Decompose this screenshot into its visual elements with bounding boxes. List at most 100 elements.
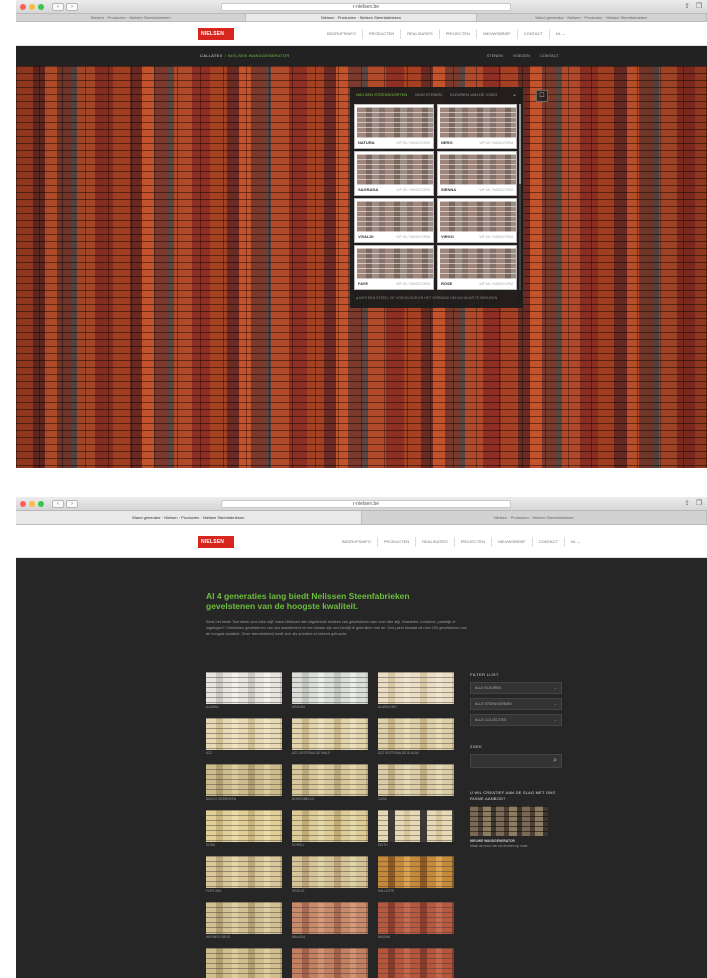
brick-card-code: WF 65 / HANDVORM xyxy=(396,282,430,286)
tab-voegkleur[interactable]: KLEUREN VAN DE VOEG xyxy=(450,92,497,98)
subnav-stenen[interactable]: STENEN xyxy=(487,53,503,59)
product-tile[interactable]: HERMES GRIJS xyxy=(206,902,282,942)
breadcrumb-root[interactable]: CALLATEX xyxy=(200,53,223,58)
promo-image[interactable] xyxy=(470,806,548,836)
share-icon[interactable]: ⇪ xyxy=(683,3,691,11)
search-input[interactable] xyxy=(471,755,549,767)
product-tile[interactable]: ARANDA xyxy=(292,672,368,712)
nav-item-producten[interactable]: PRODUCTEN xyxy=(361,29,400,39)
product-tile[interactable]: AZZ xyxy=(206,718,282,758)
subnav-contact[interactable]: CONTACT xyxy=(540,53,559,59)
toggle-panel-icon[interactable]: ☐ xyxy=(536,90,548,102)
brick-card[interactable]: SIENNA WF 65 / HANDVORM xyxy=(437,151,517,196)
product-tile[interactable]: BORGOBELLO xyxy=(292,764,368,804)
hint-bullet-icon: ● xyxy=(356,296,359,300)
brick-card[interactable]: VIRGO WF 65 / HANDVORM xyxy=(437,198,517,243)
browser-window-wall-generator: ‹ › r-nielsen.be ⇪ ❐ Nielsen · Producten… xyxy=(16,0,707,468)
product-tile[interactable]: ALASKA WIT xyxy=(378,672,454,712)
product-name: HALLESTE xyxy=(378,889,395,893)
filter-shapes-select[interactable]: ALLE STEENVORMEN ⌄ xyxy=(470,698,562,710)
brick-card[interactable]: FAYE WF 65 / HANDVORM xyxy=(354,245,434,290)
nav-item-nieuwsbrief[interactable]: NIEUWSBRIEF xyxy=(475,29,517,39)
product-tile[interactable]: BASCO GEBROKEN xyxy=(206,764,282,804)
nielsen-logo[interactable]: NIELSEN xyxy=(198,28,234,40)
brick-card-name: NERO xyxy=(441,140,453,145)
subnav-voegen[interactable]: VOEGEN xyxy=(513,53,530,59)
tab-steensoorten[interactable]: NIELSEN STEENSOORTEN xyxy=(356,92,407,98)
brick-card[interactable]: ROSE WF 65 / HANDVORM xyxy=(437,245,517,290)
forward-icon[interactable]: › xyxy=(66,3,78,11)
collapse-panel-icon[interactable]: ⌄ xyxy=(512,91,517,98)
nav-item-realisaties[interactable]: REALISATIES xyxy=(415,537,454,547)
brick-card-code: WF 65 / HANDVORM xyxy=(479,188,513,192)
zoom-window-icon[interactable] xyxy=(38,501,44,507)
product-tile[interactable]: GROLIO xyxy=(292,856,368,896)
product-tile[interactable]: DORA xyxy=(206,810,282,850)
address-bar[interactable]: r-nielsen.be xyxy=(221,500,511,508)
brick-card[interactable]: NATURA WF 65 / HANDVORM xyxy=(354,104,434,149)
tab-mijn-stenen[interactable]: MIJN STENEN xyxy=(415,92,442,98)
nav-item-projecten[interactable]: PROJECTEN xyxy=(438,29,476,39)
product-name: FORTUNA xyxy=(206,889,222,893)
close-window-icon[interactable] xyxy=(20,4,26,10)
product-tile[interactable]: HALLESTE xyxy=(378,856,454,896)
brick-card[interactable]: NERO WF 65 / HANDVORM xyxy=(437,104,517,149)
address-bar[interactable]: r-nielsen.be xyxy=(221,3,511,11)
nav-item-producten[interactable]: PRODUCTEN xyxy=(376,537,415,547)
product-tile[interactable]: FORTUNA xyxy=(206,856,282,896)
nav-item-nieuwsbrief[interactable]: NIEUWSBRIEF xyxy=(490,537,532,547)
close-window-icon[interactable] xyxy=(20,501,26,507)
product-tile[interactable] xyxy=(378,948,454,978)
nav-item-contact[interactable]: CONTACT xyxy=(531,537,564,547)
product-thumbnail xyxy=(292,902,368,934)
product-name: AZZ GESTRAALDE BLAUW xyxy=(378,751,419,755)
main-nav: BEDRIJFSINFO PRODUCTEN REALISATIES PROJE… xyxy=(336,537,586,547)
browser-tab[interactable]: Nielsen · Producten · Nielsen Steenfabri… xyxy=(362,511,707,524)
product-name: BORGOBELLO xyxy=(292,797,315,801)
tabs-icon[interactable]: ❐ xyxy=(695,500,703,508)
filter-colors-select[interactable]: ALLE KLEUREN ⌄ xyxy=(470,682,562,694)
filter-collections-select[interactable]: ALLE COLLECTIES ⌄ xyxy=(470,714,562,726)
product-tile[interactable]: DORELI xyxy=(292,810,368,850)
product-tile[interactable]: ALASKA xyxy=(206,672,282,712)
nav-item-bedrijfsinfo[interactable]: BEDRIJFSINFO xyxy=(336,537,377,547)
product-tile[interactable] xyxy=(292,948,368,978)
panel-footer-hint: ● KIES EEN STEEN, DE VOEGKLEUR EN HET VE… xyxy=(356,296,497,301)
browser-tab[interactable]: Wand generator · Nielsen · Producten · N… xyxy=(477,14,707,21)
product-name: MALAGA xyxy=(292,935,306,939)
tabs-icon[interactable]: ❐ xyxy=(695,3,703,11)
select-value: ALLE STEENVORMEN xyxy=(475,702,512,706)
forward-icon[interactable]: › xyxy=(66,500,78,508)
product-tile[interactable]: CASA xyxy=(378,764,454,804)
brick-card-grid: NATURA WF 65 / HANDVORM NERO WF 65 / HAN… xyxy=(354,104,518,290)
promo-block: U WIL CREATIEF AAN DE SLAG MET ONS RUIME… xyxy=(470,790,562,849)
language-selector[interactable]: NL ⌄ xyxy=(563,537,586,547)
language-selector[interactable]: NL ⌄ xyxy=(548,29,571,39)
product-tile[interactable]: MAGMA xyxy=(378,902,454,942)
back-icon[interactable]: ‹ xyxy=(52,500,64,508)
zoom-window-icon[interactable] xyxy=(38,4,44,10)
product-thumbnail xyxy=(206,948,282,978)
minimize-window-icon[interactable] xyxy=(29,501,35,507)
nav-item-projecten[interactable]: PROJECTEN xyxy=(453,537,491,547)
minimize-window-icon[interactable] xyxy=(29,4,35,10)
nav-item-contact[interactable]: CONTACT xyxy=(516,29,549,39)
share-icon[interactable]: ⇪ xyxy=(683,500,691,508)
nav-item-realisaties[interactable]: REALISATIES xyxy=(400,29,439,39)
product-tile[interactable]: EDITH xyxy=(378,810,454,850)
browser-tab[interactable]: Nielsen · Producten · Nielsen Steenfabri… xyxy=(16,14,247,21)
product-tile[interactable] xyxy=(206,948,282,978)
product-thumbnail xyxy=(292,718,368,750)
product-tile[interactable]: AZZ GESTRAALDE BLAUW xyxy=(378,718,454,758)
product-tile[interactable]: MALAGA xyxy=(292,902,368,942)
nav-item-bedrijfsinfo[interactable]: BEDRIJFSINFO xyxy=(321,29,362,39)
search-icon[interactable]: ⌕ xyxy=(553,756,557,766)
product-tile[interactable]: AZZ GESTRAALDE WALS xyxy=(292,718,368,758)
browser-tab-active[interactable]: Nielsen · Producten · Nielsen Steenfabri… xyxy=(246,14,477,21)
brick-card[interactable]: SAGRADA WF 65 / HANDVORM xyxy=(354,151,434,196)
back-icon[interactable]: ‹ xyxy=(52,3,64,11)
nielsen-logo[interactable]: NIELSEN xyxy=(198,536,234,548)
brick-card[interactable]: VIVALDI WF 65 / HANDVORM xyxy=(354,198,434,243)
panel-scrollbar-thumb[interactable] xyxy=(519,104,521,184)
browser-tab-active[interactable]: Wand generator · Nielsen · Producten · N… xyxy=(16,511,362,524)
